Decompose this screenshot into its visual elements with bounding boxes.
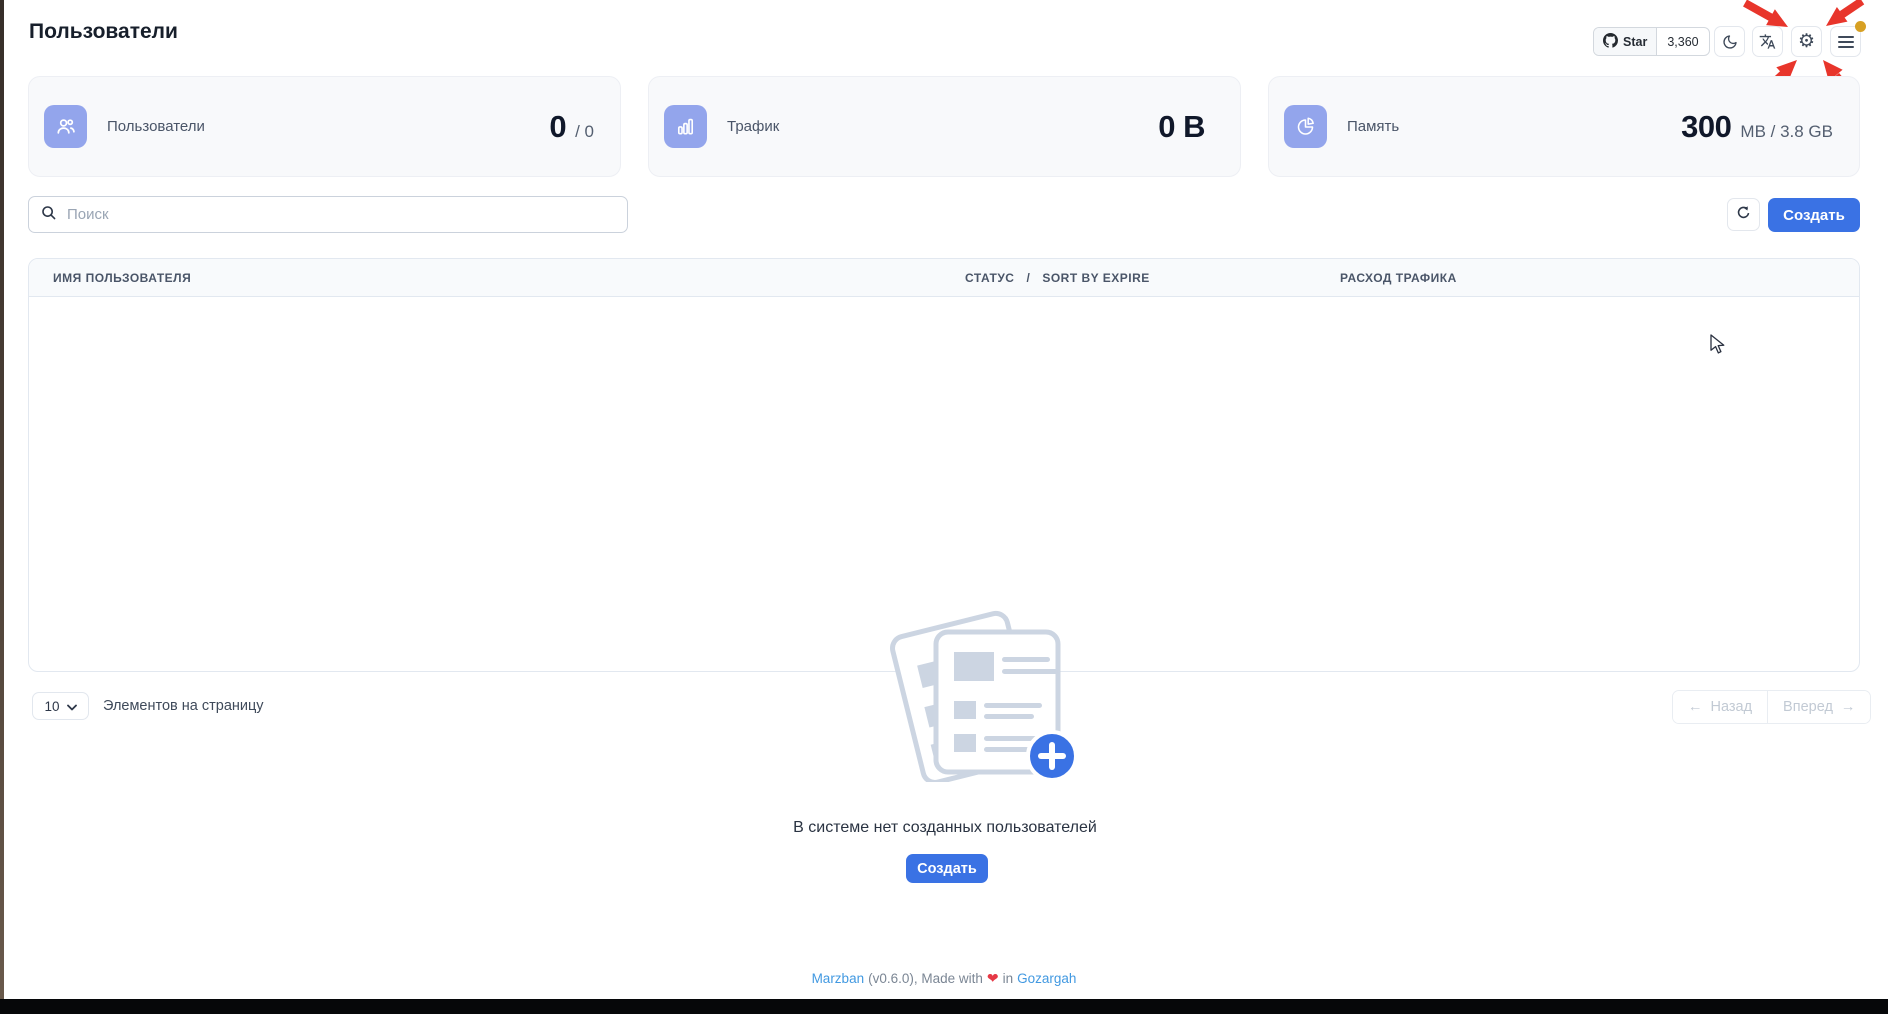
footer: Marzban (v0.6.0), Made with ❤ in Gozarga… — [0, 970, 1888, 987]
footer-version-text: (v0.6.0), Made with — [868, 971, 983, 986]
stat-card-users: Пользователи 0 / 0 — [28, 76, 621, 177]
stat-card-traffic: Трафик 0 B — [648, 76, 1241, 177]
dark-mode-button[interactable] — [1714, 26, 1745, 57]
refresh-button[interactable] — [1727, 198, 1760, 231]
stat-card-label: Пользователи — [107, 118, 205, 135]
github-star-label: Star — [1623, 35, 1647, 49]
footer-in-text: in — [1003, 971, 1014, 986]
items-per-page-label: Элементов на страницу — [103, 698, 264, 714]
marzban-link[interactable]: Marzban — [812, 971, 865, 986]
arrow-left-icon: ← — [1688, 699, 1703, 715]
next-page-button[interactable]: Вперед → — [1767, 691, 1870, 723]
search-box — [28, 196, 628, 233]
stat-card-suffix: / 0 — [575, 122, 594, 142]
prev-page-label: Назад — [1711, 699, 1753, 715]
stat-card-value: 300 — [1681, 109, 1731, 145]
github-star-count[interactable]: 3,360 — [1657, 28, 1708, 55]
translate-icon — [1759, 33, 1776, 50]
search-icon — [41, 205, 56, 225]
menu-notification-dot — [1855, 21, 1866, 32]
moon-icon — [1722, 34, 1738, 50]
chevron-down-icon — [67, 699, 77, 714]
github-logo-icon — [1603, 33, 1618, 51]
search-input[interactable] — [65, 205, 615, 224]
prev-page-button[interactable]: ← Назад — [1673, 691, 1767, 723]
arrow-right-icon: → — [1841, 699, 1856, 715]
settings-button[interactable]: ⚙ — [1791, 26, 1822, 57]
refresh-icon — [1736, 205, 1751, 225]
language-button[interactable] — [1752, 26, 1783, 57]
window-edge-strip — [0, 0, 4, 1014]
pie-chart-icon — [1284, 105, 1327, 148]
empty-documents-illustration — [874, 604, 1079, 782]
stat-card-memory: Память 300 MB / 3.8 GB — [1268, 76, 1860, 177]
stat-card-value: 0 — [549, 109, 566, 145]
stat-card-suffix: MB / 3.8 GB — [1740, 122, 1833, 142]
page-title: Пользователи — [29, 20, 178, 44]
heart-icon: ❤ — [987, 970, 999, 987]
users-table: ИМЯ ПОЛЬЗОВАТЕЛЯ СТАТУС / SORT BY EXPIRE… — [28, 258, 1860, 672]
taskbar-strip — [0, 999, 1888, 1014]
empty-state: В системе нет созданных пользователей Со… — [29, 259, 1859, 671]
gozargah-link[interactable]: Gozargah — [1017, 971, 1076, 986]
users-icon — [44, 105, 87, 148]
empty-state-create-button[interactable]: Создать — [906, 854, 988, 883]
hamburger-menu-icon — [1838, 35, 1854, 49]
github-star-widget[interactable]: Star 3,360 — [1593, 27, 1710, 56]
stat-card-label: Трафик — [727, 118, 779, 135]
next-page-label: Вперед — [1783, 699, 1833, 715]
plus-circle-icon — [1028, 732, 1076, 780]
page-size-value: 10 — [44, 699, 59, 714]
create-user-button[interactable]: Создать — [1768, 198, 1860, 232]
stat-card-value: 0 B — [1158, 109, 1205, 145]
bar-chart-icon — [664, 105, 707, 148]
empty-state-message: В системе нет созданных пользователей — [29, 819, 1861, 837]
page-size-select[interactable]: 10 — [32, 692, 89, 720]
github-star-button[interactable]: Star — [1594, 28, 1657, 55]
stat-card-label: Память — [1347, 118, 1399, 135]
pagination-controls: ← Назад Вперед → — [1672, 690, 1871, 724]
gear-icon: ⚙ — [1798, 32, 1815, 51]
